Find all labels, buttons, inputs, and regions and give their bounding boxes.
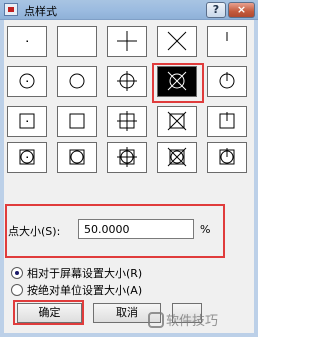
point-style-glyph-icon [167, 71, 187, 91]
point-style-square-cross[interactable] [157, 106, 197, 137]
watermark-logo-icon [148, 312, 164, 328]
title-bar: 点样式 ? × [0, 0, 258, 20]
point-style-glyph-icon [19, 73, 35, 89]
point-style-glyph-icon [167, 147, 187, 167]
point-style-blank[interactable] [57, 26, 97, 57]
point-style-circle[interactable] [57, 66, 97, 97]
point-style-glyph-icon [19, 149, 35, 165]
percent-unit-label: % [200, 223, 211, 236]
help-button[interactable]: ? [206, 2, 226, 18]
point-style-glyph-icon [69, 149, 85, 165]
point-style-square-circle-plus[interactable] [107, 142, 147, 173]
point-style-plus[interactable] [107, 26, 147, 57]
relative-radio[interactable] [11, 267, 23, 279]
point-style-glyph-icon [117, 111, 137, 131]
point-style-square-circle-tick[interactable] [207, 142, 247, 173]
point-style-circle-tick[interactable] [207, 66, 247, 97]
point-style-glyph-icon [117, 71, 137, 91]
absolute-radio[interactable] [11, 284, 23, 296]
point-style-square-circle-dot[interactable] [7, 142, 47, 173]
close-button[interactable]: × [228, 2, 255, 18]
relative-size-option[interactable]: 相对于屏幕设置大小(R) [11, 265, 142, 281]
point-style-glyph-icon [167, 31, 187, 51]
point-size-label: 点大小(S): [8, 225, 61, 238]
absolute-radio-label: 按绝对单位设置大小(A) [27, 284, 143, 297]
point-style-glyph-icon [26, 40, 28, 42]
point-style-glyph-icon [219, 148, 235, 165]
point-style-circle-cross[interactable] [157, 66, 197, 97]
point-style-glyph-icon [226, 32, 228, 41]
point-style-circle-dot[interactable] [7, 66, 47, 97]
point-style-grid [7, 26, 251, 176]
point-style-glyph-icon [69, 113, 85, 129]
point-style-square-tick[interactable] [207, 106, 247, 137]
point-style-glyph-icon [219, 72, 235, 89]
window-title: 点样式 [24, 5, 57, 18]
watermark: 软件技巧 [148, 310, 218, 329]
point-style-glyph-icon [19, 113, 35, 129]
point-style-glyph-icon [117, 31, 137, 51]
absolute-size-option[interactable]: 按绝对单位设置大小(A) [11, 282, 142, 298]
point-style-glyph-icon [58, 27, 96, 56]
point-size-input[interactable] [78, 219, 194, 239]
point-style-glyph-icon [69, 73, 85, 89]
point-style-glyph-icon [167, 111, 187, 131]
point-style-square-circle[interactable] [57, 142, 97, 173]
watermark-text: 软件技巧 [166, 314, 219, 329]
point-style-cross[interactable] [157, 26, 197, 57]
ok-button[interactable]: 确定 [17, 303, 82, 323]
point-style-dot[interactable] [7, 26, 47, 57]
point-style-tick[interactable] [207, 26, 247, 57]
point-style-glyph-icon [117, 147, 137, 167]
point-style-glyph-icon [219, 112, 235, 129]
point-style-square-circle-cross[interactable] [157, 142, 197, 173]
point-style-square-plus[interactable] [107, 106, 147, 137]
point-style-circle-plus[interactable] [107, 66, 147, 97]
point-style-square[interactable] [57, 106, 97, 137]
point-style-square-dot[interactable] [7, 106, 47, 137]
relative-radio-label: 相对于屏幕设置大小(R) [27, 267, 143, 280]
app-icon [4, 3, 18, 16]
